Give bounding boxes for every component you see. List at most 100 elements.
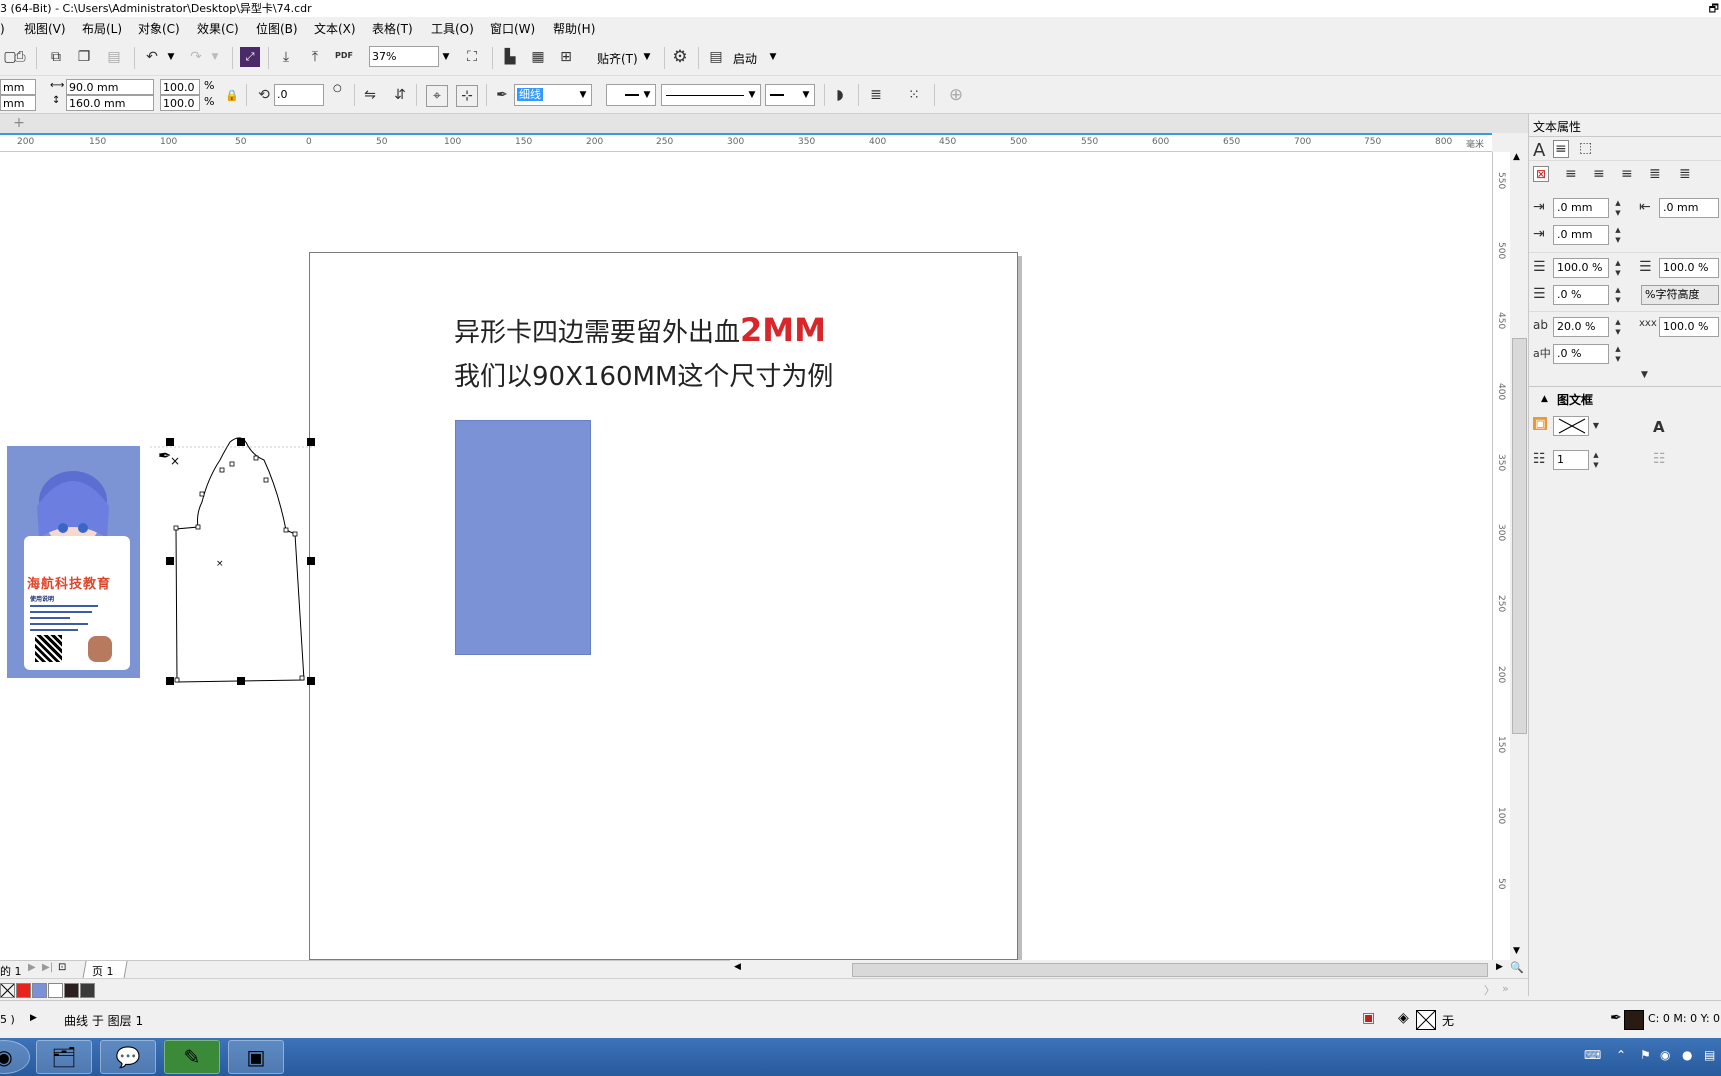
horizontal-ruler[interactable]: 200 150 100 50 0 50 100 150 200 250 300 … bbox=[0, 133, 1492, 152]
swatch-dark[interactable] bbox=[64, 983, 79, 998]
menu-item-window[interactable]: 窗口(W) bbox=[490, 21, 535, 37]
close-curve-icon[interactable]: ◗ bbox=[830, 85, 850, 105]
character-tab-icon[interactable]: A bbox=[1533, 140, 1545, 161]
language-spacing-spinner[interactable]: ▲ ▼ bbox=[1611, 344, 1625, 364]
scroll-right-icon[interactable]: ▶ bbox=[1496, 962, 1503, 972]
align-right-icon[interactable]: ≡ bbox=[1621, 166, 1633, 182]
import-icon[interactable]: ⤓ bbox=[276, 47, 296, 67]
space-after-field[interactable]: .0 % bbox=[1553, 285, 1609, 305]
align-center-icon[interactable]: ≡ bbox=[1593, 166, 1605, 182]
full-screen-icon[interactable]: ⛶ bbox=[462, 47, 482, 67]
redo-dropdown-icon[interactable]: ▼ bbox=[208, 47, 222, 67]
reduce-nodes-icon[interactable]: ⊹ bbox=[456, 85, 478, 107]
outline-pen-icon[interactable]: ✒ bbox=[492, 85, 512, 105]
selection-handle[interactable] bbox=[166, 557, 174, 565]
zoom-dropdown-icon[interactable]: ▼ bbox=[439, 47, 453, 67]
columns-spinner[interactable]: ▲ ▼ bbox=[1589, 450, 1603, 470]
export-icon[interactable]: ⤒ bbox=[305, 47, 325, 67]
status-expand-icon[interactable]: ▶ bbox=[30, 1013, 37, 1023]
last-page-icon[interactable]: ▶| bbox=[42, 962, 53, 973]
wrap-text-icon[interactable]: ≣ bbox=[866, 85, 886, 105]
paragraph-tab-icon[interactable]: ≡ bbox=[1553, 140, 1569, 158]
lock-ratio-icon[interactable]: 🔒 bbox=[222, 85, 242, 105]
spacing-unit-select[interactable]: %字符高度 bbox=[1641, 285, 1719, 305]
options-gear-icon[interactable]: ⚙ bbox=[670, 47, 690, 67]
tray-wechat-icon[interactable]: ● bbox=[1682, 1048, 1692, 1062]
redo-icon[interactable]: ↷ bbox=[186, 47, 206, 67]
fill-bucket-icon[interactable]: ◈ bbox=[1398, 1010, 1409, 1026]
width-field[interactable]: 90.0 mm bbox=[66, 79, 154, 95]
no-color-swatch[interactable] bbox=[0, 983, 15, 998]
tray-record-icon[interactable]: ◉ bbox=[1660, 1048, 1670, 1062]
wechat-icon[interactable]: 💬 bbox=[100, 1040, 156, 1074]
mirror-vertical-icon[interactable]: ⇵ bbox=[390, 85, 410, 105]
language-spacing-field[interactable]: .0 % bbox=[1553, 344, 1609, 364]
application-launcher-icon[interactable]: ▤ bbox=[706, 47, 726, 67]
add-page-icon[interactable]: ⊡ bbox=[58, 962, 66, 973]
horizontal-scrollbar[interactable]: ◀ ▶ 🔍 bbox=[730, 960, 1528, 978]
mirror-horizontal-icon[interactable]: ⇋ bbox=[360, 85, 380, 105]
bleed-note-text[interactable]: 异形卡四边需要留外出血2MM bbox=[454, 310, 826, 353]
char-spacing-spinner[interactable]: ▲ ▼ bbox=[1611, 317, 1625, 337]
paste-icon[interactable]: ▤ bbox=[104, 47, 124, 67]
launch-button[interactable]: 启动 bbox=[733, 50, 757, 67]
char-spacing-field[interactable]: 20.0 % bbox=[1553, 317, 1609, 337]
outline-color-swatch[interactable] bbox=[1624, 1010, 1644, 1030]
swatch-blue[interactable] bbox=[32, 983, 47, 998]
vertical-ruler[interactable]: 550 500 450 400 350 300 250 200 150 100 … bbox=[1492, 152, 1511, 960]
undo-dropdown-icon[interactable]: ▼ bbox=[164, 47, 178, 67]
selection-handle[interactable] bbox=[237, 677, 245, 685]
file-explorer-icon[interactable]: 🗂 bbox=[36, 1040, 92, 1074]
x-position-field[interactable]: mm bbox=[0, 79, 36, 95]
space-before-field[interactable]: 100.0 % bbox=[1659, 258, 1719, 278]
end-arrow-dropdown-icon[interactable]: ▼ bbox=[799, 85, 813, 105]
tray-chevron-icon[interactable]: ⌃ bbox=[1616, 1048, 1626, 1062]
frame-fill-dropdown-icon[interactable]: ▼ bbox=[1589, 416, 1603, 436]
color-proof-icon[interactable]: ▣ bbox=[1362, 1010, 1375, 1026]
vertical-align-icon[interactable]: A bbox=[1653, 418, 1665, 436]
space-after-spinner[interactable]: ▲ ▼ bbox=[1611, 285, 1625, 305]
presentation-app-icon[interactable]: ▣ bbox=[228, 1040, 284, 1074]
next-page-icon[interactable]: ▶ bbox=[28, 962, 36, 973]
snap-dropdown-icon[interactable]: ▼ bbox=[640, 47, 654, 67]
menu-item-layout[interactable]: 布局(L) bbox=[82, 21, 122, 37]
menu-item-file[interactable]: ) bbox=[0, 21, 5, 37]
frame-tab-icon[interactable]: ⬚ bbox=[1579, 140, 1592, 156]
menu-item-table[interactable]: 表格(T) bbox=[372, 21, 413, 37]
fill-none-swatch[interactable] bbox=[1416, 1010, 1436, 1030]
page-tab-label[interactable]: 页 1 bbox=[92, 963, 114, 979]
start-button-icon[interactable]: ◉ bbox=[0, 1040, 30, 1074]
zoom-level-field[interactable]: 37% bbox=[369, 46, 439, 67]
outline-pen-status-icon[interactable]: ✒ bbox=[1610, 1010, 1622, 1026]
first-line-indent-spinner[interactable]: ▲ ▼ bbox=[1611, 198, 1625, 218]
justify-icon[interactable]: ≣ bbox=[1649, 166, 1661, 182]
card-size-rectangle[interactable] bbox=[455, 420, 591, 655]
column-settings-icon[interactable]: ☷ bbox=[1653, 451, 1666, 467]
palette-expand-icon[interactable]: » bbox=[1502, 982, 1509, 995]
selection-handle[interactable] bbox=[307, 677, 315, 685]
menu-item-view[interactable]: 视图(V) bbox=[24, 21, 66, 37]
palette-scroll-icon[interactable]: 〉 bbox=[1484, 982, 1495, 998]
zoom-navigator-icon[interactable]: 🔍 bbox=[1510, 961, 1524, 974]
first-line-indent-field[interactable]: .0 mm bbox=[1553, 198, 1609, 218]
menu-item-effects[interactable]: 效果(C) bbox=[197, 21, 239, 37]
publish-pdf-icon[interactable]: PDF bbox=[334, 45, 354, 65]
collapse-section-icon[interactable]: ▲ bbox=[1541, 394, 1548, 404]
left-indent-spinner[interactable]: ▲ ▼ bbox=[1611, 225, 1625, 245]
scroll-up-icon[interactable]: ▲ bbox=[1513, 152, 1520, 162]
vertical-scroll-thumb[interactable] bbox=[1512, 338, 1527, 734]
no-alignment-icon[interactable]: ⊠ bbox=[1533, 166, 1550, 182]
align-left-icon[interactable]: ≡ bbox=[1565, 166, 1577, 182]
show-grid-icon[interactable]: ▦ bbox=[528, 47, 548, 67]
swatch-gray[interactable] bbox=[80, 983, 95, 998]
boundary-icon[interactable]: ⁙ bbox=[904, 85, 924, 105]
start-arrow-dropdown-icon[interactable]: ▼ bbox=[640, 85, 654, 105]
scale-width-field[interactable]: 100.0 bbox=[160, 79, 200, 95]
scroll-left-icon[interactable]: ◀ bbox=[734, 962, 741, 972]
selection-handle[interactable] bbox=[307, 557, 315, 565]
line-style-dropdown-icon[interactable]: ▼ bbox=[745, 85, 759, 105]
new-tab-plus-icon[interactable]: + bbox=[10, 115, 28, 131]
size-example-text[interactable]: 我们以90X160MM这个尺寸为例 bbox=[454, 359, 833, 395]
rotation-angle-field[interactable]: .0 bbox=[274, 84, 324, 106]
frame-background-icon[interactable]: ▣ bbox=[1533, 417, 1548, 430]
